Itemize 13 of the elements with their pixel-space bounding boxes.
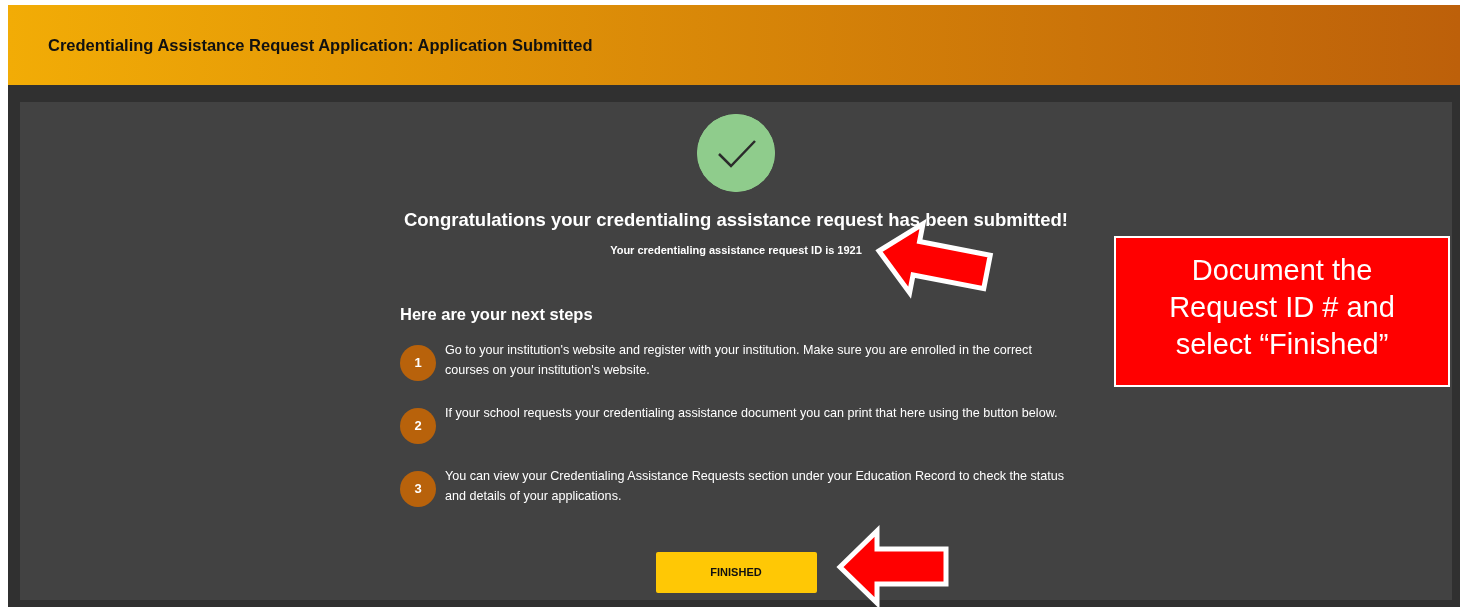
success-heading: Congratulations your credentialing assistance request has been submitted! [403,208,1069,232]
request-id-text: Your credentialing assistance request ID is 1921 [610,242,862,258]
steps-heading: Here are your next steps [400,304,594,326]
step-number: 3 [400,471,436,507]
page-title: Credentialing Assistance Request Application: Application Submitted [48,34,593,56]
step-text: You can view your Credentialing Assistance Requests section under your Education Record to check the status and details of your applications. [445,468,1066,505]
step-text: Go to your institution's website and register with your institution. Make sure you are enrolled in the correct courses on your institution's website. [445,342,1033,379]
step-number: 2 [400,408,436,444]
annotation-note: Document the Request ID # and select “Finished” [1114,236,1450,387]
checkmark-icon [697,114,775,192]
step-text: If your school requests your credentialing assistance document you can print that here using the button below. [445,405,1058,422]
step-number: 1 [400,345,436,381]
finished-button[interactable]: FINISHED [655,552,817,593]
